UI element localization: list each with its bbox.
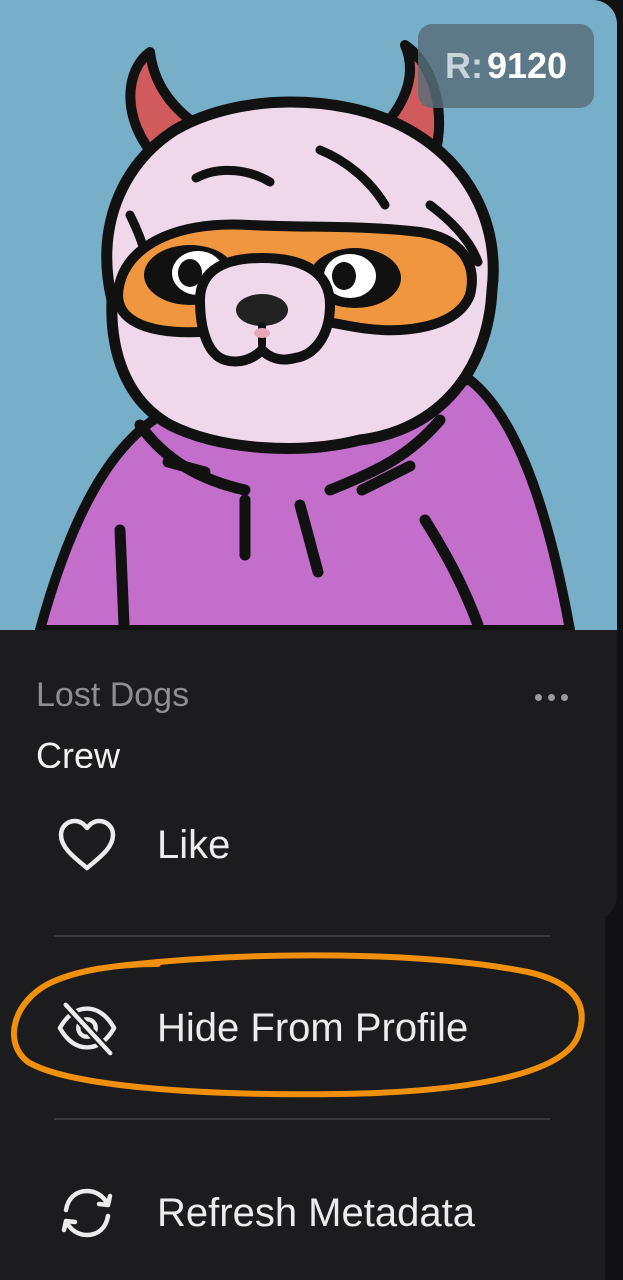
ellipsis-icon — [534, 693, 568, 701]
nft-image[interactable]: R: 9120 — [0, 0, 617, 630]
rarity-value: 9120 — [486, 45, 568, 86]
more-options-button[interactable] — [522, 680, 580, 714]
menu-item-label: Like — [157, 822, 231, 867]
eye-off-icon — [56, 997, 118, 1059]
refresh-icon — [56, 1182, 118, 1244]
context-menu: Like Hide From Profile Refresh Metadata — [0, 775, 605, 1280]
heart-icon — [56, 814, 118, 876]
rarity-badge: R: 9120 — [418, 24, 594, 108]
menu-divider — [54, 935, 550, 937]
collection-name[interactable]: Lost Dogs — [36, 676, 189, 715]
nft-name: Crew — [36, 735, 121, 768]
menu-divider — [54, 1118, 550, 1120]
menu-item-hide-from-profile[interactable]: Hide From Profile — [0, 968, 605, 1088]
menu-item-label: Hide From Profile — [157, 1005, 469, 1050]
menu-item-refresh-metadata[interactable]: Refresh Metadata — [0, 1153, 605, 1273]
menu-item-like[interactable]: Like — [0, 785, 605, 905]
menu-item-label: Refresh Metadata — [157, 1190, 475, 1235]
rarity-prefix: R: — [444, 45, 483, 86]
